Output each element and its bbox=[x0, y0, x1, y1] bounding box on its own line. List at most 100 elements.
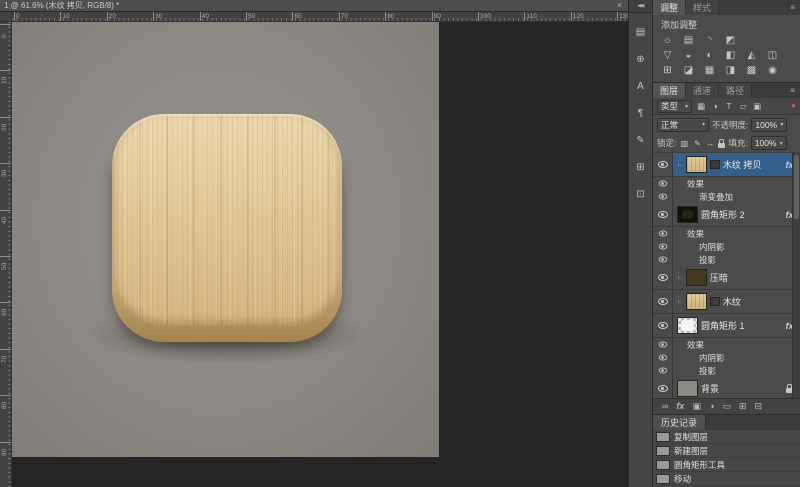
layer-row[interactable]: 圆角矩形 2fx▴ bbox=[653, 203, 800, 227]
visibility-toggle[interactable] bbox=[653, 203, 673, 226]
ruler-tick bbox=[524, 12, 525, 22]
layer-effect-row[interactable]: 渐变叠加 bbox=[653, 190, 800, 203]
adj-exposure-icon[interactable]: ◩ bbox=[722, 33, 739, 47]
lock-transparency-icon[interactable]: ▨ bbox=[679, 139, 689, 148]
layer-effect-row[interactable]: 投影 bbox=[653, 253, 800, 266]
layer-thumbnail bbox=[686, 156, 707, 173]
history-item[interactable]: 圆角矩形工具 bbox=[653, 458, 800, 472]
document-canvas[interactable] bbox=[12, 22, 439, 457]
layer-effect-row[interactable]: 效果 bbox=[653, 227, 800, 240]
adj-black-white-icon[interactable]: ◧ bbox=[722, 48, 739, 62]
layer-row[interactable]: ∟木纹 拷贝fx▴ bbox=[653, 153, 800, 177]
add-layer-style-icon[interactable]: fx bbox=[676, 402, 684, 411]
tab-layers[interactable]: 图层 bbox=[653, 83, 686, 98]
filter-shape-layers-icon[interactable]: ▱ bbox=[737, 100, 749, 113]
filter-pixel-layers-icon[interactable]: ▦ bbox=[695, 100, 707, 113]
filter-icons: ▦◑T▱▣ bbox=[695, 100, 763, 113]
adj-vibrance-icon[interactable]: ▽ bbox=[659, 48, 676, 62]
adj-levels-icon[interactable]: ▤ bbox=[680, 33, 697, 47]
paragraph-panel-icon[interactable]: ¶ bbox=[632, 106, 650, 121]
layer-effect-row[interactable]: 效果 bbox=[653, 338, 800, 351]
lock-position-icon[interactable]: ↔ bbox=[705, 139, 715, 148]
ruler-horizontal[interactable]: 0102030405060708090100110120130 bbox=[12, 12, 628, 22]
filter-toggle-icon[interactable]: ● bbox=[791, 102, 796, 110]
brush-panel-icon[interactable]: ✎ bbox=[632, 133, 650, 148]
adj-curves-icon[interactable]: ◝ bbox=[701, 33, 718, 47]
visibility-toggle[interactable] bbox=[653, 290, 673, 313]
clone-source-panel-icon[interactable]: ⊡ bbox=[632, 187, 650, 202]
lock-pixels-icon[interactable]: ✎ bbox=[692, 139, 702, 148]
new-adjustment-layer-icon[interactable]: ◑ bbox=[709, 402, 714, 411]
history-state-label: 新建图层 bbox=[674, 445, 708, 457]
visibility-toggle[interactable] bbox=[653, 314, 673, 337]
visibility-toggle[interactable] bbox=[653, 377, 673, 398]
adj-hue-saturation-icon[interactable]: ◒ bbox=[680, 48, 697, 62]
adj-brightness-contrast-icon[interactable]: ☼ bbox=[659, 33, 676, 47]
link-layers-icon[interactable]: ∞ bbox=[662, 402, 668, 411]
adj-selective-color-icon[interactable]: ◉ bbox=[764, 63, 781, 77]
tab-channels[interactable]: 通道 bbox=[686, 83, 719, 98]
layer-thumbnail bbox=[686, 269, 707, 286]
layers-menu-icon[interactable]: ≡ bbox=[790, 83, 800, 98]
history-item[interactable]: 新建图层 bbox=[653, 444, 800, 458]
filter-type-layers-icon[interactable]: T bbox=[723, 100, 735, 113]
swatches-panel-icon[interactable]: ⊞ bbox=[632, 160, 650, 175]
opacity-dropdown[interactable]: 100% ▾ bbox=[751, 118, 787, 132]
layer-effect-row[interactable]: 效果 bbox=[653, 177, 800, 190]
visibility-toggle[interactable] bbox=[653, 351, 673, 364]
visibility-toggle[interactable] bbox=[653, 190, 673, 203]
ruler-tick bbox=[0, 210, 12, 211]
filter-adjustment-layers-icon[interactable]: ◑ bbox=[709, 100, 721, 113]
ruler-vertical[interactable]: 0102030405060708090 bbox=[0, 22, 12, 487]
layer-row[interactable]: 圆角矩形 1fx▴ bbox=[653, 314, 800, 338]
visibility-toggle[interactable] bbox=[653, 153, 673, 176]
tab-styles[interactable]: 样式 bbox=[686, 0, 719, 15]
info-panel-icon[interactable]: ⊕ bbox=[632, 52, 650, 67]
layer-effect-row[interactable]: 内阴影 bbox=[653, 351, 800, 364]
adjustments-menu-icon[interactable]: ≡ bbox=[790, 0, 800, 15]
expand-panels-icon[interactable]: ◀◀ bbox=[629, 0, 652, 13]
history-item[interactable]: 移动 bbox=[653, 472, 800, 486]
layer-row[interactable]: ∟木纹 bbox=[653, 290, 800, 314]
visibility-toggle[interactable] bbox=[653, 227, 673, 240]
adj-gradient-map-icon[interactable]: ▩ bbox=[743, 63, 760, 77]
character-panel-icon[interactable]: A bbox=[632, 79, 650, 94]
visibility-toggle[interactable] bbox=[653, 253, 673, 266]
fill-dropdown[interactable]: 100% ▾ bbox=[751, 136, 787, 150]
adj-photo-filter-icon[interactable]: ◭ bbox=[743, 48, 760, 62]
tab-paths[interactable]: 路径 bbox=[719, 83, 752, 98]
visibility-toggle[interactable] bbox=[653, 177, 673, 190]
filter-smart-objects-icon[interactable]: ▣ bbox=[751, 100, 763, 113]
scrollbar-thumb[interactable] bbox=[794, 155, 799, 219]
tab-history[interactable]: 历史记录 bbox=[653, 415, 706, 430]
visibility-toggle[interactable] bbox=[653, 338, 673, 351]
adj-threshold-icon[interactable]: ◨ bbox=[722, 63, 739, 77]
filter-kind-dropdown[interactable]: 类型 ▾ bbox=[657, 100, 692, 113]
history-item[interactable]: 复制图层 bbox=[653, 430, 800, 444]
visibility-toggle[interactable] bbox=[653, 364, 673, 377]
adj-invert-icon[interactable]: ◪ bbox=[680, 63, 697, 77]
layer-effect-row[interactable]: 投影 bbox=[653, 364, 800, 377]
new-group-icon[interactable]: ▭ bbox=[722, 402, 731, 411]
layer-effect-row[interactable]: 内阴影 bbox=[653, 240, 800, 253]
adj-channel-mixer-icon[interactable]: ◫ bbox=[764, 48, 781, 62]
new-layer-icon[interactable]: ⊞ bbox=[739, 402, 747, 411]
layers-scrollbar[interactable] bbox=[792, 153, 800, 398]
close-document-icon[interactable]: × bbox=[617, 1, 622, 10]
layer-row[interactable]: 背景 bbox=[653, 377, 800, 398]
visibility-toggle[interactable] bbox=[653, 240, 673, 253]
tab-adjustments[interactable]: 调整 bbox=[653, 0, 686, 15]
visibility-toggle[interactable] bbox=[653, 266, 673, 289]
add-layer-mask-icon[interactable]: ▣ bbox=[692, 402, 701, 411]
adj-color-lookup-icon[interactable]: ⊞ bbox=[659, 63, 676, 77]
lock-all-icon[interactable] bbox=[718, 143, 725, 148]
adj-color-balance-icon[interactable]: ◐ bbox=[701, 48, 718, 62]
blend-mode-dropdown[interactable]: 正常 ▾ bbox=[657, 118, 709, 132]
ruler-tick bbox=[339, 12, 340, 22]
adj-posterize-icon[interactable]: ▦ bbox=[701, 63, 718, 77]
layer-row[interactable]: ∟压暗 bbox=[653, 266, 800, 290]
canvas-pasteboard[interactable] bbox=[12, 22, 628, 487]
properties-panel-icon[interactable]: ▤ bbox=[632, 25, 650, 40]
history-state-icon bbox=[656, 446, 670, 456]
delete-layer-icon[interactable]: ⊟ bbox=[754, 402, 762, 411]
